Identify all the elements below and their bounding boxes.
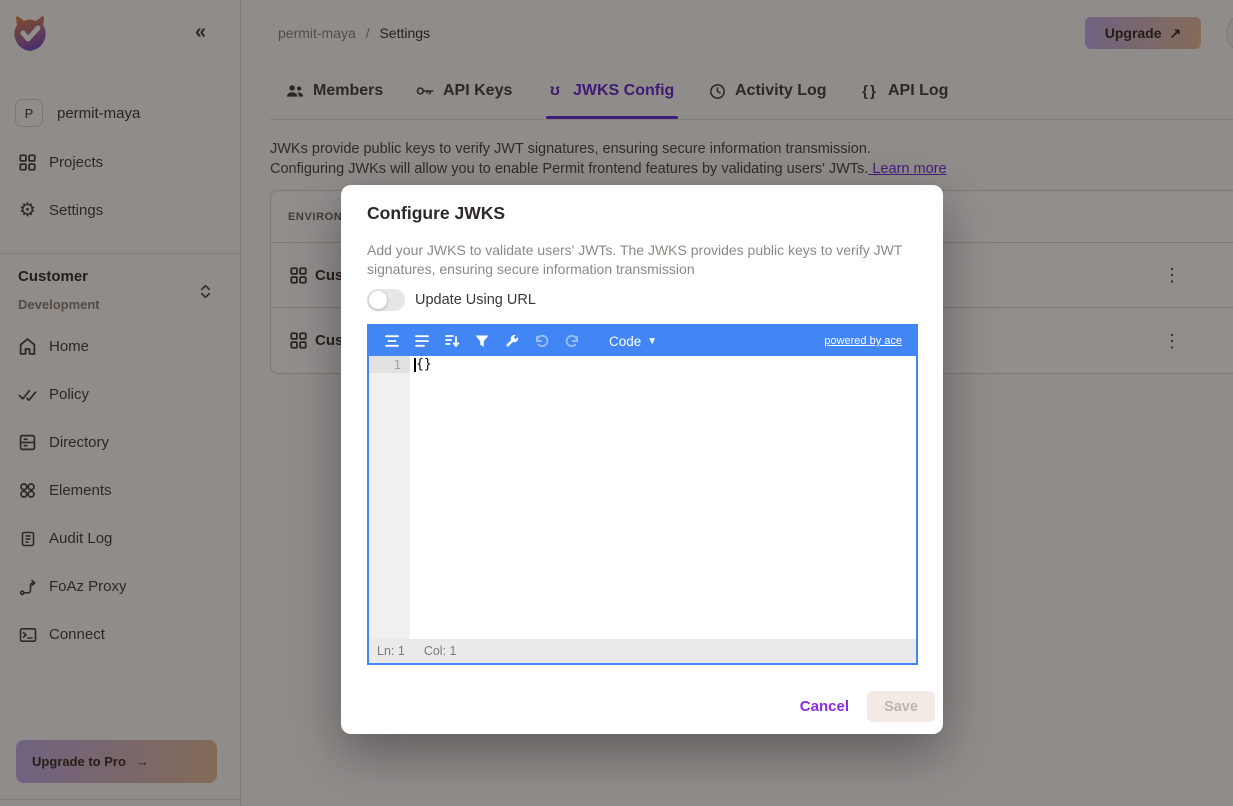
jwks-code-editor[interactable]: Code ▼ powered by ace 1 {} Ln: 1 Col: 1 [367,324,918,665]
editor-body[interactable]: 1 {} [369,356,916,639]
editor-content[interactable]: {} [410,356,916,373]
status-line: Ln: 1 [377,644,405,658]
powered-by-ace-link[interactable]: powered by ace [824,335,902,347]
editor-mode-select[interactable]: Code ▼ [609,334,657,349]
cancel-button[interactable]: Cancel [800,698,849,715]
modal-description: Add your JWKS to validate users' JWTs. T… [367,242,903,277]
editor-gutter: 1 [369,356,410,639]
editor-status-bar: Ln: 1 Col: 1 [369,639,916,663]
sort-icon[interactable] [443,333,460,350]
status-column: Col: 1 [423,644,457,658]
format-icon[interactable] [383,333,400,350]
editor-code-text: {} [416,357,432,372]
toggle-knob [369,291,387,309]
undo-icon[interactable] [533,333,550,350]
editor-line-number: 1 [369,356,410,373]
wrench-icon[interactable] [503,333,520,350]
filter-icon[interactable] [473,333,490,350]
toggle-label: Update Using URL [415,292,536,308]
chevron-down-icon: ▼ [647,335,658,347]
update-using-url-toggle[interactable] [367,289,405,311]
redo-icon[interactable] [563,333,580,350]
configure-jwks-modal: Configure JWKS Add your JWKS to validate… [341,185,943,734]
editor-toolbar: Code ▼ powered by ace [369,326,916,356]
app-window: « P permit-maya Projects ⚙ Settings Cust… [0,0,1233,806]
editor-mode-label: Code [609,333,642,349]
align-icon[interactable] [413,333,430,350]
modal-title: Configure JWKS [367,203,506,223]
modal-footer: Cancel Save [367,691,935,722]
save-button[interactable]: Save [867,691,935,722]
